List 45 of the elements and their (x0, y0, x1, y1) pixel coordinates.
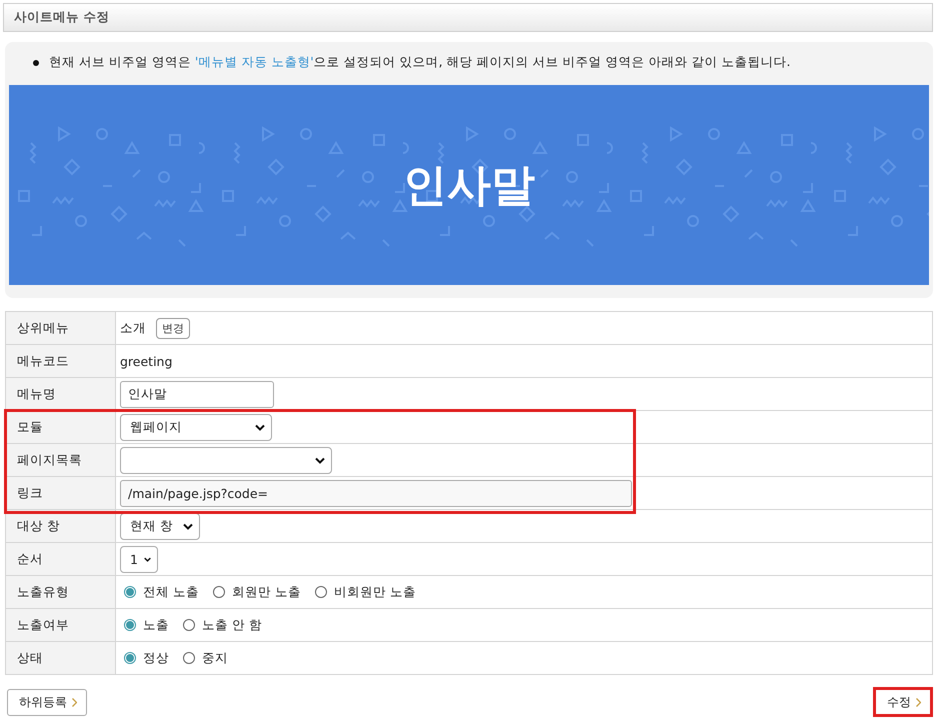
radio-button[interactable] (124, 619, 136, 631)
chevron-icon (72, 698, 77, 707)
text-field[interactable]: 인사말 (120, 380, 274, 408)
dropdown[interactable]: 1 (120, 546, 158, 572)
field-value: 소개 (120, 320, 146, 336)
radio-label: 노출 안 함 (202, 616, 262, 634)
radio-label: 전체 노출 (143, 584, 199, 600)
dropdown[interactable]: 웹페이지 (120, 414, 272, 440)
bullet-icon (33, 60, 39, 66)
notice-text: 현재 서브 비주얼 영역은 '메뉴별 자동 노출형'으로 설정되어 있으며, 해당 페이지의 서브 비주얼 영역은 아래와 같이 노출됩니다. (49, 54, 790, 71)
radio-label: 노출 (143, 616, 169, 634)
radio-label: 회원만 노출 (232, 584, 301, 600)
field-label: 상위메뉴 (6, 312, 116, 344)
radio-label: 비회원만 노출 (334, 584, 416, 600)
radio-button[interactable] (212, 586, 225, 598)
field-label: 노출유형 (6, 576, 116, 608)
radio-button[interactable] (124, 586, 136, 598)
radio-button[interactable] (124, 652, 136, 664)
field-label: 메뉴코드 (6, 345, 116, 377)
save-button[interactable]: 수정 (873, 687, 933, 717)
radio-button[interactable] (314, 586, 327, 598)
add-child-button[interactable]: 하위등록 (7, 689, 87, 716)
field-label: 메뉴명 (6, 378, 116, 410)
field-label: 순서 (6, 543, 116, 575)
field-label: 페이지목록 (6, 444, 116, 476)
caret-icon (255, 424, 265, 430)
change-button[interactable]: 변경 (156, 318, 190, 338)
caret-icon (315, 456, 325, 464)
field-value: greeting (120, 354, 172, 368)
field-label: 모듈 (6, 411, 116, 443)
radio-label: 정상 (143, 650, 169, 666)
text-field[interactable]: /main/page.jsp?code= (120, 480, 632, 506)
radio-label: 중지 (202, 650, 228, 666)
chevron-icon (916, 698, 921, 706)
dropdown[interactable]: 현재 창 (120, 512, 200, 540)
banner-title: 인사말 (403, 158, 535, 212)
field-label: 노출여부 (6, 609, 116, 641)
field-label: 상태 (6, 642, 116, 674)
field-label: 대상 창 (6, 510, 116, 542)
caret-icon (183, 522, 193, 530)
page-title: 사이트메뉴 수정 (14, 9, 110, 26)
radio-button[interactable] (183, 652, 195, 664)
caret-icon (144, 556, 151, 562)
radio-button[interactable] (183, 619, 195, 631)
field-label: 링크 (6, 477, 116, 509)
